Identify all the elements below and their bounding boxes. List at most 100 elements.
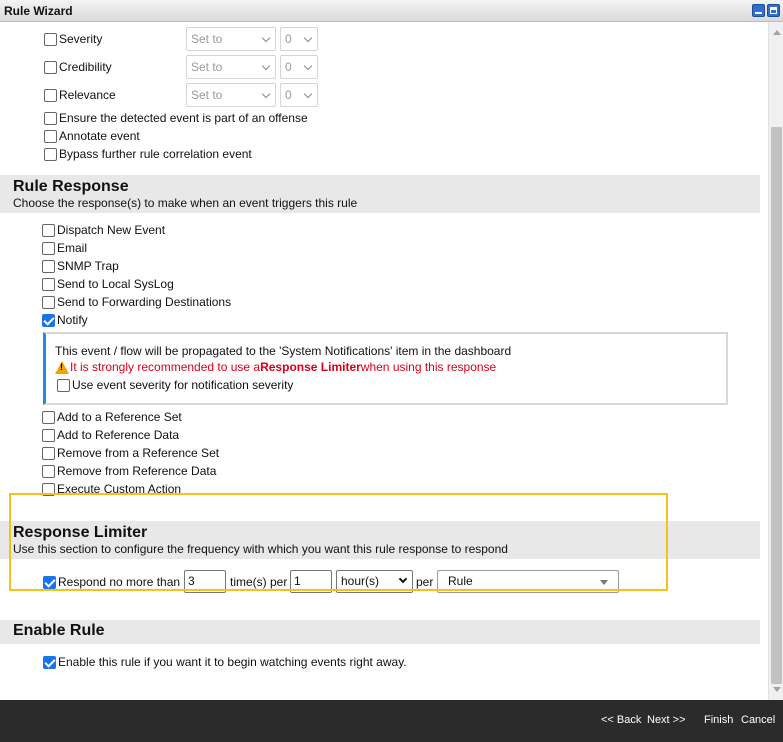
credibility-set-select[interactable]: Set to [186,55,276,79]
enable-rule-heading: Enable Rule [13,622,105,639]
syslog-checkbox[interactable] [42,277,55,291]
syslog-label: Send to Local SysLog [57,277,174,291]
relevance-number-select[interactable]: 0 [280,83,318,107]
notify-warning-bold: Response Limiter [260,360,361,374]
next-button[interactable]: Next >> [647,714,686,726]
respond-limit-checkbox[interactable] [43,575,56,589]
chevron-down-icon [261,89,271,99]
times-per-text: time(s) per [230,575,287,589]
severity-checkbox[interactable] [44,32,57,46]
severity-set-select[interactable]: Set to [186,27,276,51]
window-title: Rule Wizard [4,4,73,18]
enable-rule-option[interactable]: Enable this rule if you want it to begin… [43,655,407,669]
custom-action-label: Execute Custom Action [57,482,182,496]
annotate-checkbox[interactable] [44,129,57,143]
add-ref-set-checkbox[interactable] [42,410,55,424]
ensure-offense-checkbox[interactable] [44,111,57,125]
maximize-icon[interactable] [767,4,780,17]
rule-response-description: Choose the response(s) to make when an e… [13,196,358,210]
severity-set-value: Set to [191,32,223,46]
chevron-down-icon [303,89,313,99]
notify-severity-checkbox[interactable] [57,378,70,392]
custom-action-checkbox[interactable] [42,482,55,496]
limit-scope-select[interactable]: Rule [437,570,619,593]
response-limiter-header: Response Limiter Use this section to con… [0,521,760,559]
severity-number-select[interactable]: 0 [280,27,318,51]
ensure-offense-option[interactable]: Ensure the detected event is part of an … [44,111,308,125]
notify-checkbox[interactable] [42,313,55,327]
add-ref-data-label: Add to Reference Data [57,428,180,442]
response-option-add-ref-data[interactable]: Add to Reference Data [42,428,179,442]
scroll-thumb[interactable] [771,127,782,684]
response-option-custom-action[interactable]: Execute Custom Action [42,482,181,496]
response-option-email[interactable]: Email [42,241,87,255]
remove-ref-set-checkbox[interactable] [42,446,55,460]
period-input-value: 1 [294,574,301,588]
cancel-button[interactable]: Cancel [741,714,775,726]
notify-info-label: This event / flow will be propagated to … [55,344,512,358]
response-limiter-description: Use this section to configure the freque… [13,542,508,556]
email-checkbox[interactable] [42,241,55,255]
credibility-number-value: 0 [285,60,292,74]
email-label: Email [57,241,88,255]
bypass-checkbox[interactable] [44,147,57,161]
response-option-remove-ref-set[interactable]: Remove from a Reference Set [42,446,219,460]
scroll-up-icon[interactable] [773,30,781,35]
dispatch-label: Dispatch New Event [57,223,166,237]
forwarding-checkbox[interactable] [42,295,55,309]
per-label: per [416,575,434,589]
response-option-syslog[interactable]: Send to Local SysLog [42,277,174,291]
response-option-dispatch[interactable]: Dispatch New Event [42,223,165,237]
remove-ref-data-checkbox[interactable] [42,464,55,478]
chevron-down-icon [303,61,313,71]
rule-response-header: Rule Response Choose the response(s) to … [0,175,760,213]
finish-button[interactable]: Finish [704,714,733,726]
notify-severity-label: Use event severity for notification seve… [72,378,294,392]
response-option-add-ref-set[interactable]: Add to a Reference Set [42,410,182,424]
credibility-checkbox[interactable] [44,60,57,74]
snmp-checkbox[interactable] [42,259,55,273]
times-input[interactable]: 3 [184,570,226,593]
add-ref-data-checkbox[interactable] [42,428,55,442]
relevance-set-select[interactable]: Set to [186,83,276,107]
rule-response-heading: Rule Response [13,178,129,195]
back-button[interactable]: << Back [601,714,641,726]
notify-warning: It is strongly recommended to use a Resp… [55,360,496,374]
severity-number-value: 0 [285,32,292,46]
time-unit-select[interactable]: hour(s) [336,570,413,593]
response-option-remove-ref-data[interactable]: Remove from Reference Data [42,464,216,478]
relevance-option[interactable]: Relevance [44,88,116,102]
title-bar: Rule Wizard [0,0,783,22]
annotate-option[interactable]: Annotate event [44,129,140,143]
bypass-label: Bypass further rule correlation event [59,147,252,161]
credibility-option[interactable]: Credibility [44,60,112,74]
enable-rule-checkbox[interactable] [43,655,56,669]
ensure-offense-label: Ensure the detected event is part of an … [59,111,308,125]
relevance-set-value: Set to [191,88,223,102]
response-option-snmp[interactable]: SNMP Trap [42,259,119,273]
time-unit-value: hour(s) [341,574,380,588]
bypass-option[interactable]: Bypass further rule correlation event [44,147,252,161]
enable-rule-header: Enable Rule [0,620,760,644]
notify-severity-option[interactable]: Use event severity for notification seve… [57,378,293,392]
remove-ref-set-label: Remove from a Reference Set [57,446,220,460]
notify-warning-post: when using this response [360,360,497,374]
response-option-forwarding[interactable]: Send to Forwarding Destinations [42,295,231,309]
response-option-notify[interactable]: Notify [42,313,88,327]
period-input[interactable]: 1 [290,570,332,593]
annotate-label: Annotate event [59,129,140,143]
remove-ref-data-label: Remove from Reference Data [57,464,217,478]
respond-limit-option[interactable]: Respond no more than [43,575,180,589]
dispatch-checkbox[interactable] [42,223,55,237]
severity-option[interactable]: Severity [44,32,102,46]
relevance-checkbox[interactable] [44,88,57,102]
scroll-down-icon[interactable] [773,687,781,692]
warning-icon [55,360,69,374]
minimize-icon[interactable] [752,4,765,17]
chevron-down-icon [261,33,271,43]
credibility-number-select[interactable]: 0 [280,55,318,79]
content-scrollbar[interactable] [768,22,783,700]
limit-scope-value: Rule [448,574,473,588]
chevron-down-icon [261,61,271,71]
times-per-label: time(s) per [230,575,288,589]
